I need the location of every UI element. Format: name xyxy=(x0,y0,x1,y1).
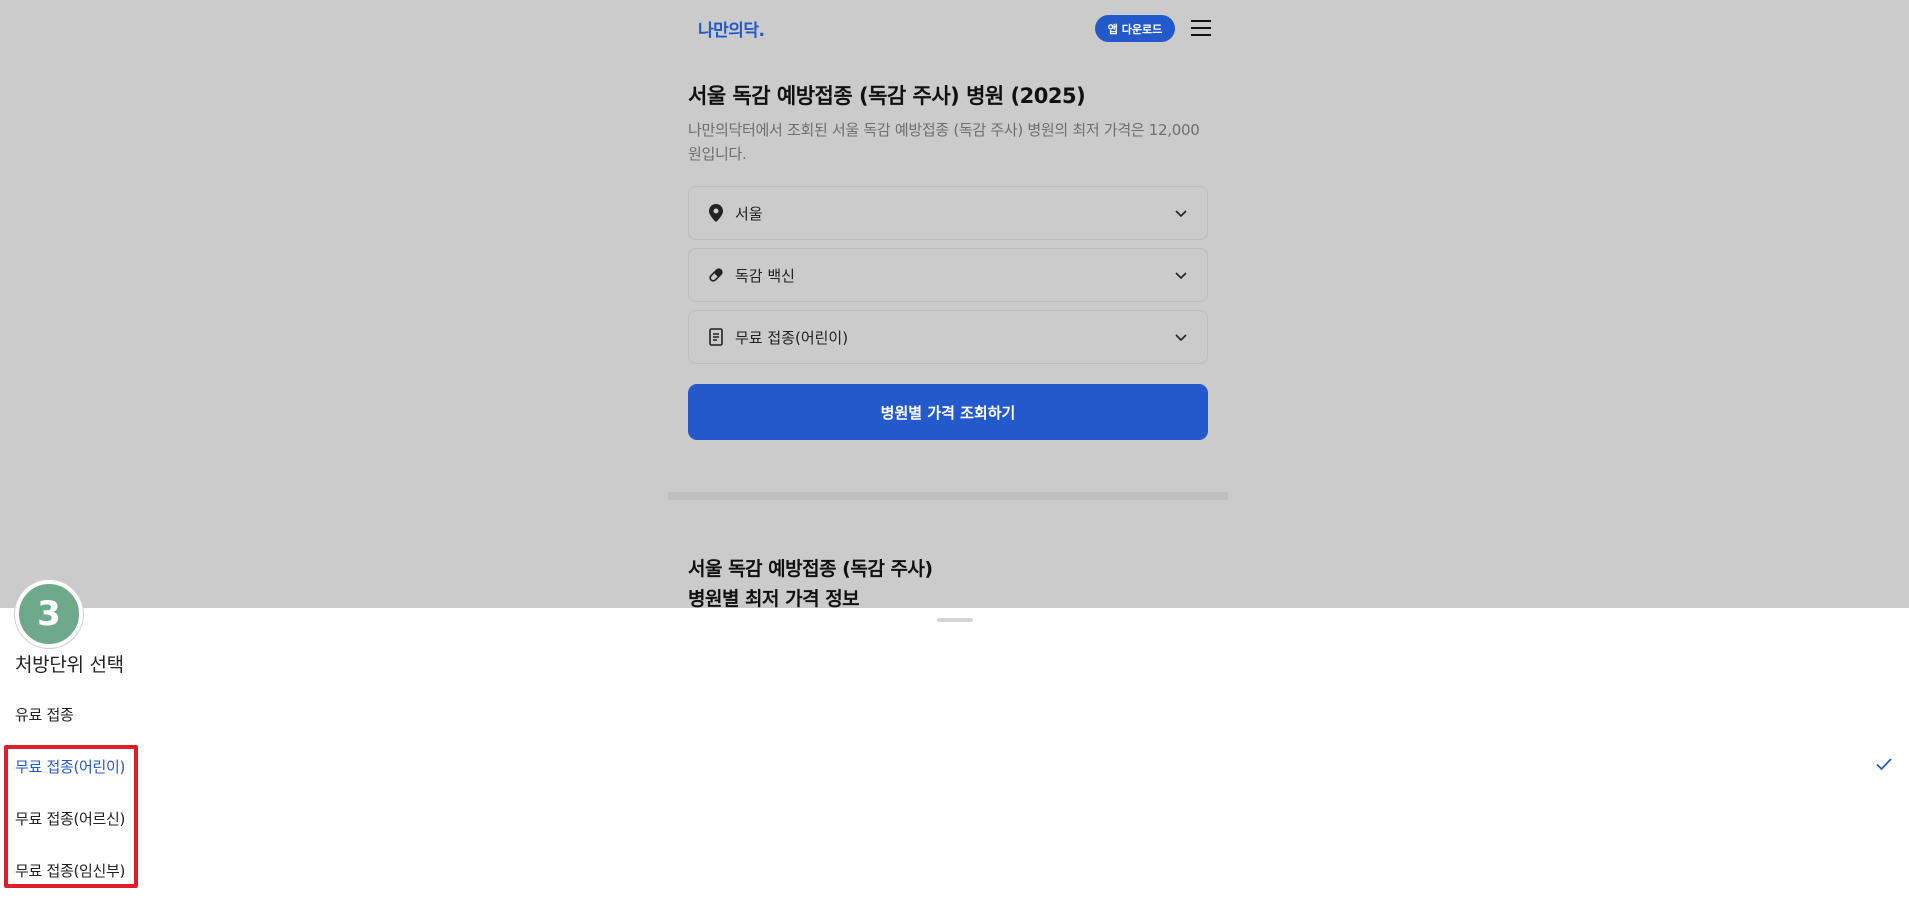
section-title-line: 서울 독감 예방접종 (독감 주사) xyxy=(688,558,933,580)
app-download-button[interactable]: 앱 다운로드 xyxy=(1095,15,1175,42)
logo[interactable]: 나만의닥. xyxy=(698,16,765,41)
highlight-box xyxy=(4,745,138,888)
sheet-drag-handle[interactable] xyxy=(937,618,973,622)
chevron-down-icon xyxy=(1175,334,1187,342)
vaccine-select[interactable]: 독감 백신 xyxy=(688,248,1208,302)
option-paid[interactable]: 유료 접종 xyxy=(15,704,74,725)
search-price-button[interactable]: 병원별 가격 조회하기 xyxy=(688,384,1208,440)
location-pin-icon xyxy=(707,204,725,222)
hamburger-menu-icon[interactable] xyxy=(1191,19,1211,37)
checkmark-icon xyxy=(1876,758,1892,771)
section-title: 서울 독감 예방접종 (독감 주사) 병원별 최저 가격 정보 xyxy=(688,554,933,614)
unit-select-label: 무료 접종(어린이) xyxy=(735,328,849,347)
unit-bottom-sheet: 처방단위 선택 유료 접종 무료 접종(어린이) 무료 접종(어르신) 무료 접… xyxy=(0,608,1909,911)
pill-icon xyxy=(707,266,725,284)
chevron-down-icon xyxy=(1175,210,1187,218)
section-divider xyxy=(668,492,1228,500)
vaccine-select-label: 독감 백신 xyxy=(735,266,795,285)
chevron-down-icon xyxy=(1175,272,1187,280)
region-select-label: 서울 xyxy=(735,204,763,223)
document-icon xyxy=(707,328,725,346)
page-description: 나만의닥터에서 조회된 서울 독감 예방접종 (독감 주사) 병원의 최저 가격… xyxy=(688,121,1200,163)
region-select[interactable]: 서울 xyxy=(688,186,1208,240)
sheet-title: 처방단위 선택 xyxy=(15,654,124,676)
unit-select[interactable]: 무료 접종(어린이) xyxy=(688,310,1208,364)
page-title: 서울 독감 예방접종 (독감 주사) 병원 (2025) xyxy=(688,84,1086,108)
step-badge: 3 xyxy=(15,580,83,648)
